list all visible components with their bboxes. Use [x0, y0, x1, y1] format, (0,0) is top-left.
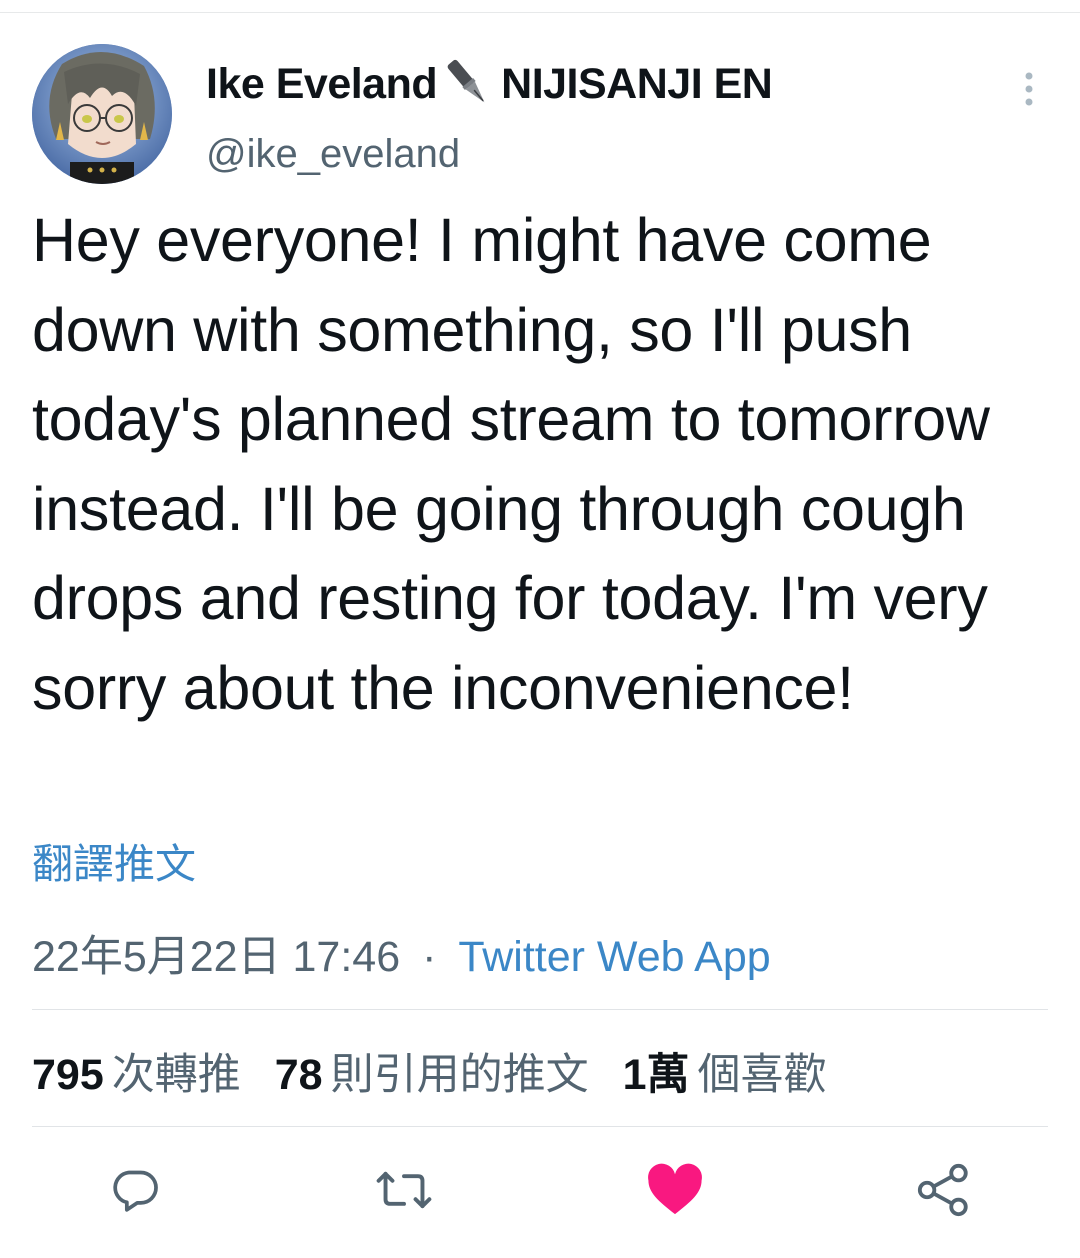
fountain-pen-icon — [439, 58, 499, 110]
top-divider — [0, 12, 1080, 13]
likes-label: 個喜歡 — [697, 1051, 827, 1099]
author-name[interactable]: Ike Eveland NIJISANJI EN — [206, 58, 773, 110]
likes-count: 1萬 — [622, 1051, 690, 1099]
like-button[interactable] — [645, 1160, 705, 1220]
share-icon — [917, 1163, 968, 1217]
more-options-icon[interactable] — [1014, 70, 1044, 110]
source-link[interactable]: Twitter Web App — [458, 933, 770, 981]
reply-button[interactable] — [105, 1160, 165, 1220]
tweet-header: Ike Eveland NIJISANJI EN @ike_eveland — [32, 44, 1048, 184]
avatar[interactable] — [32, 44, 172, 184]
action-bar — [0, 1150, 1080, 1230]
retweets-count: 795 — [32, 1051, 104, 1099]
quotes-count: 78 — [274, 1051, 323, 1099]
quotes-label: 則引用的推文 — [330, 1051, 589, 1099]
quotes-stat[interactable]: 78 則引用的推文 — [275, 1040, 589, 1102]
retweets-label: 次轉推 — [111, 1051, 241, 1099]
tweet-text: Hey everyone! I might have come down wit… — [32, 206, 990, 722]
share-button[interactable] — [914, 1160, 974, 1220]
retweet-icon — [376, 1171, 432, 1209]
timestamp[interactable]: 22年5月22日 17:46 — [32, 933, 400, 981]
retweets-stat[interactable]: 795 次轉推 — [32, 1040, 241, 1102]
translate-tweet-link[interactable]: 翻譯推文 — [32, 830, 196, 890]
avatar-illustration — [32, 44, 172, 184]
retweet-button[interactable] — [374, 1160, 434, 1220]
heart-icon — [648, 1163, 702, 1215]
likes-stat[interactable]: 1萬 個喜歡 — [623, 1040, 827, 1102]
stats-bottom-divider — [32, 1126, 1048, 1127]
tweet-stats: 795 次轉推 78 則引用的推文 1萬 個喜歡 — [32, 1040, 827, 1102]
author-name-part1: Ike Eveland — [206, 59, 438, 108]
tweet-meta: 22年5月22日 17:46 · Twitter Web App — [32, 922, 771, 984]
reply-icon — [113, 1170, 158, 1212]
author-name-part2: NIJISANJI EN — [501, 59, 773, 108]
meta-separator: · — [422, 933, 437, 981]
author-handle[interactable]: @ike_eveland — [206, 132, 460, 177]
stats-top-divider — [32, 1009, 1048, 1010]
